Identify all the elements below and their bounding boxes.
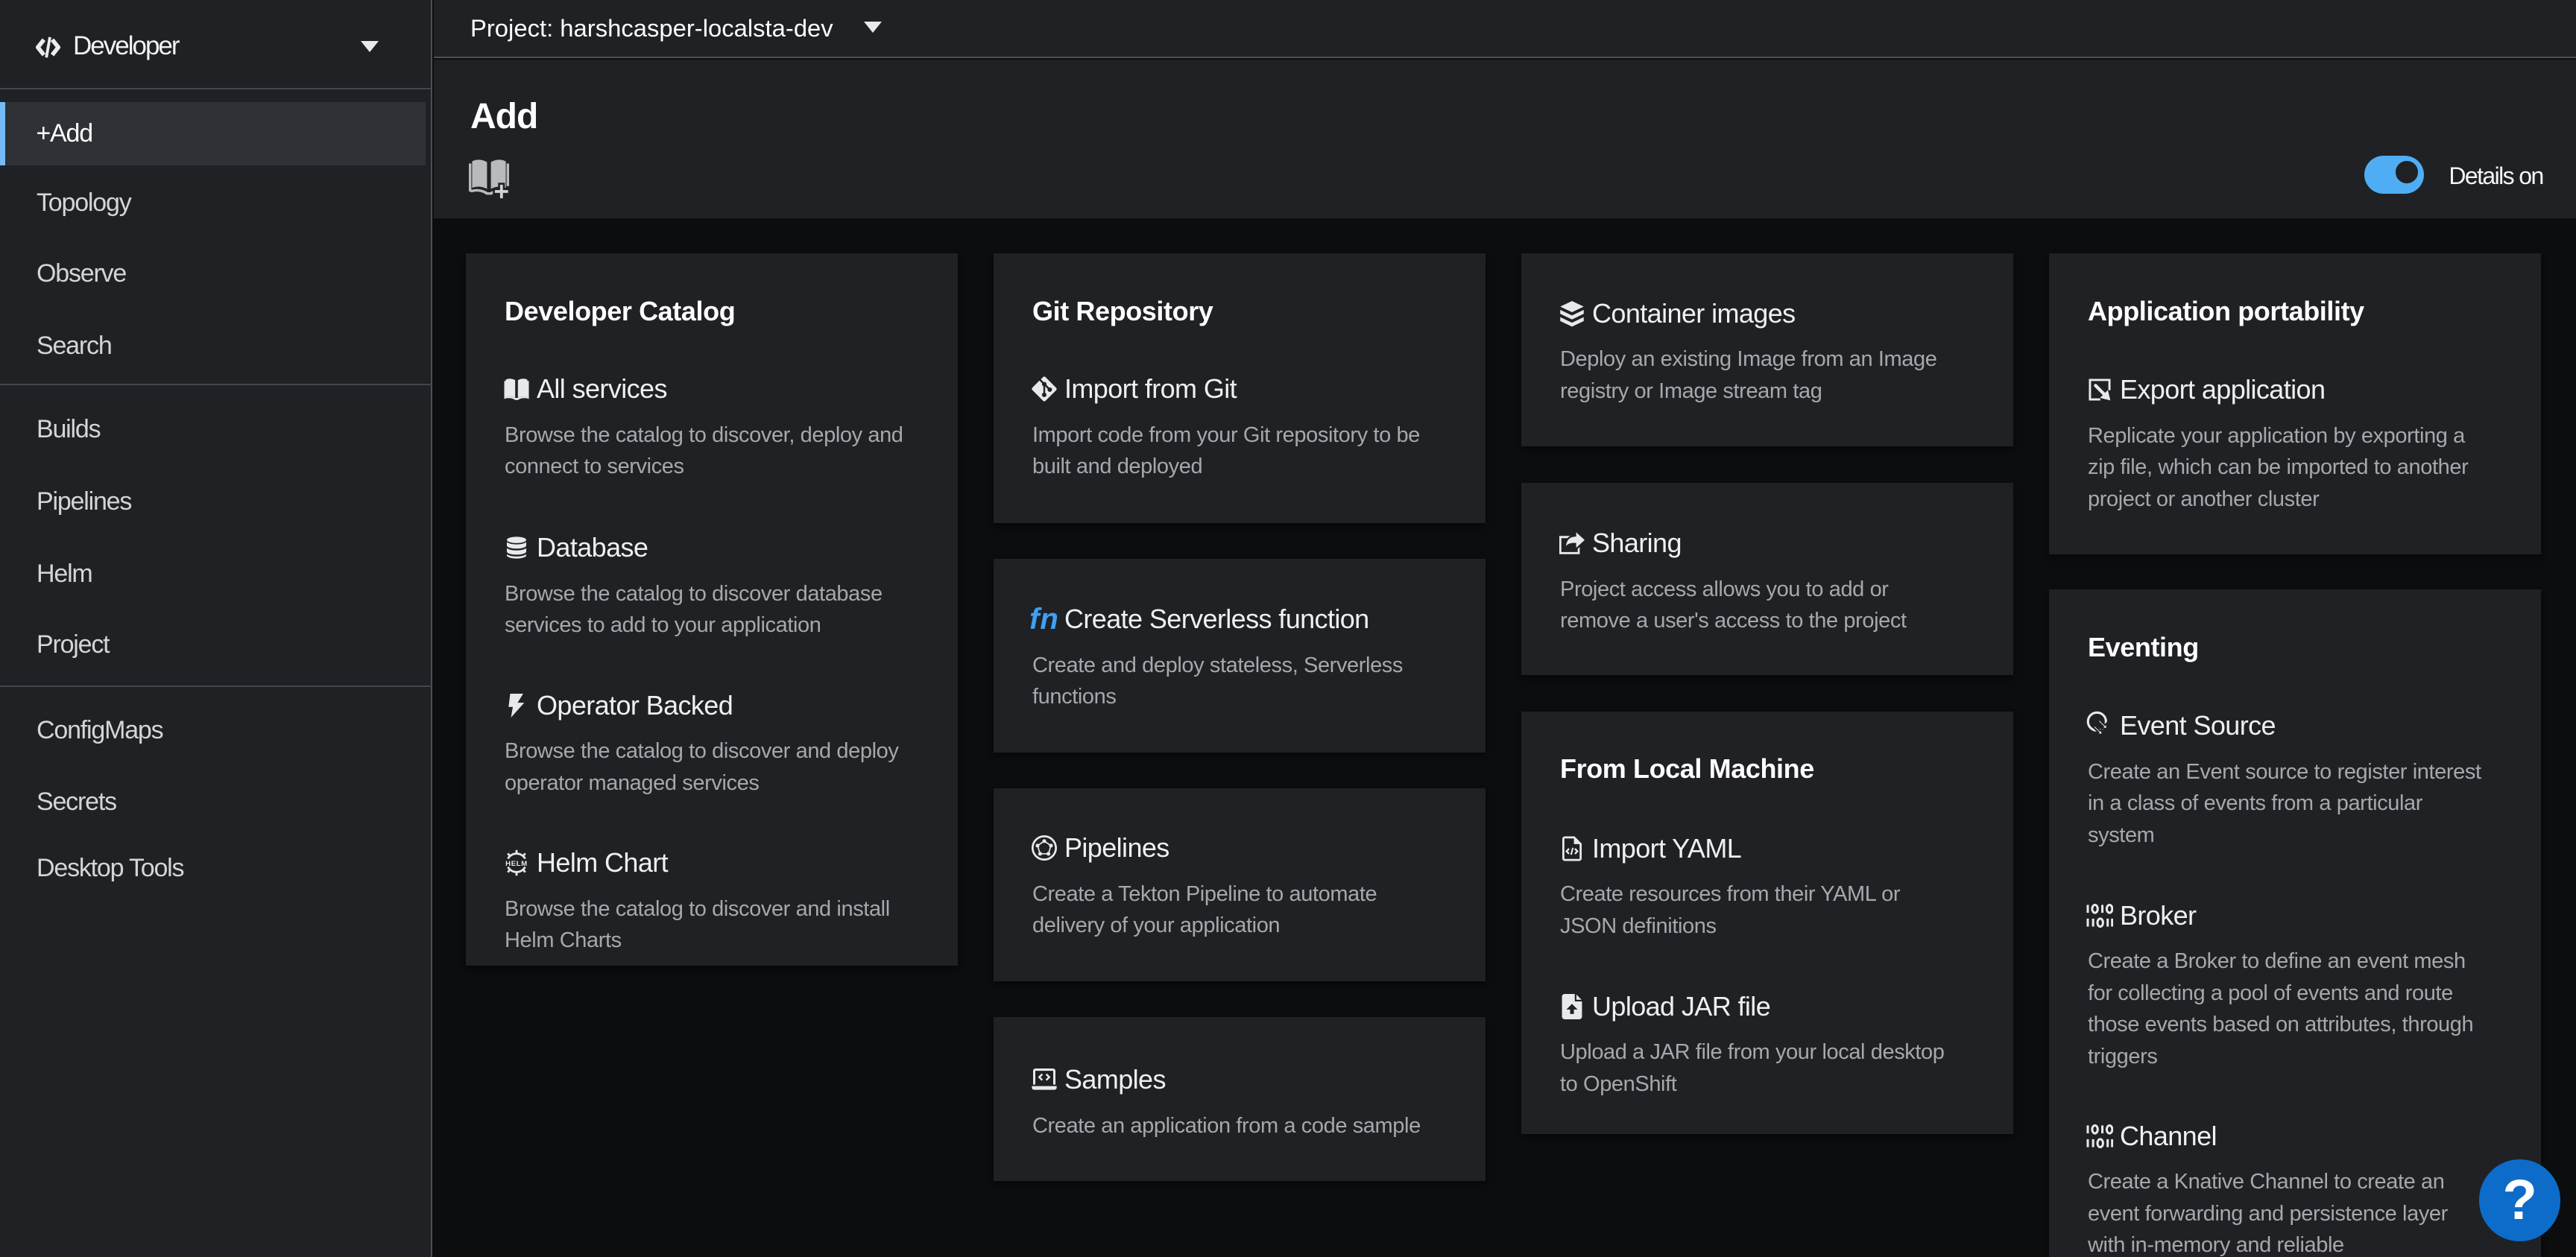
svg-text:HELM: HELM (505, 861, 528, 869)
